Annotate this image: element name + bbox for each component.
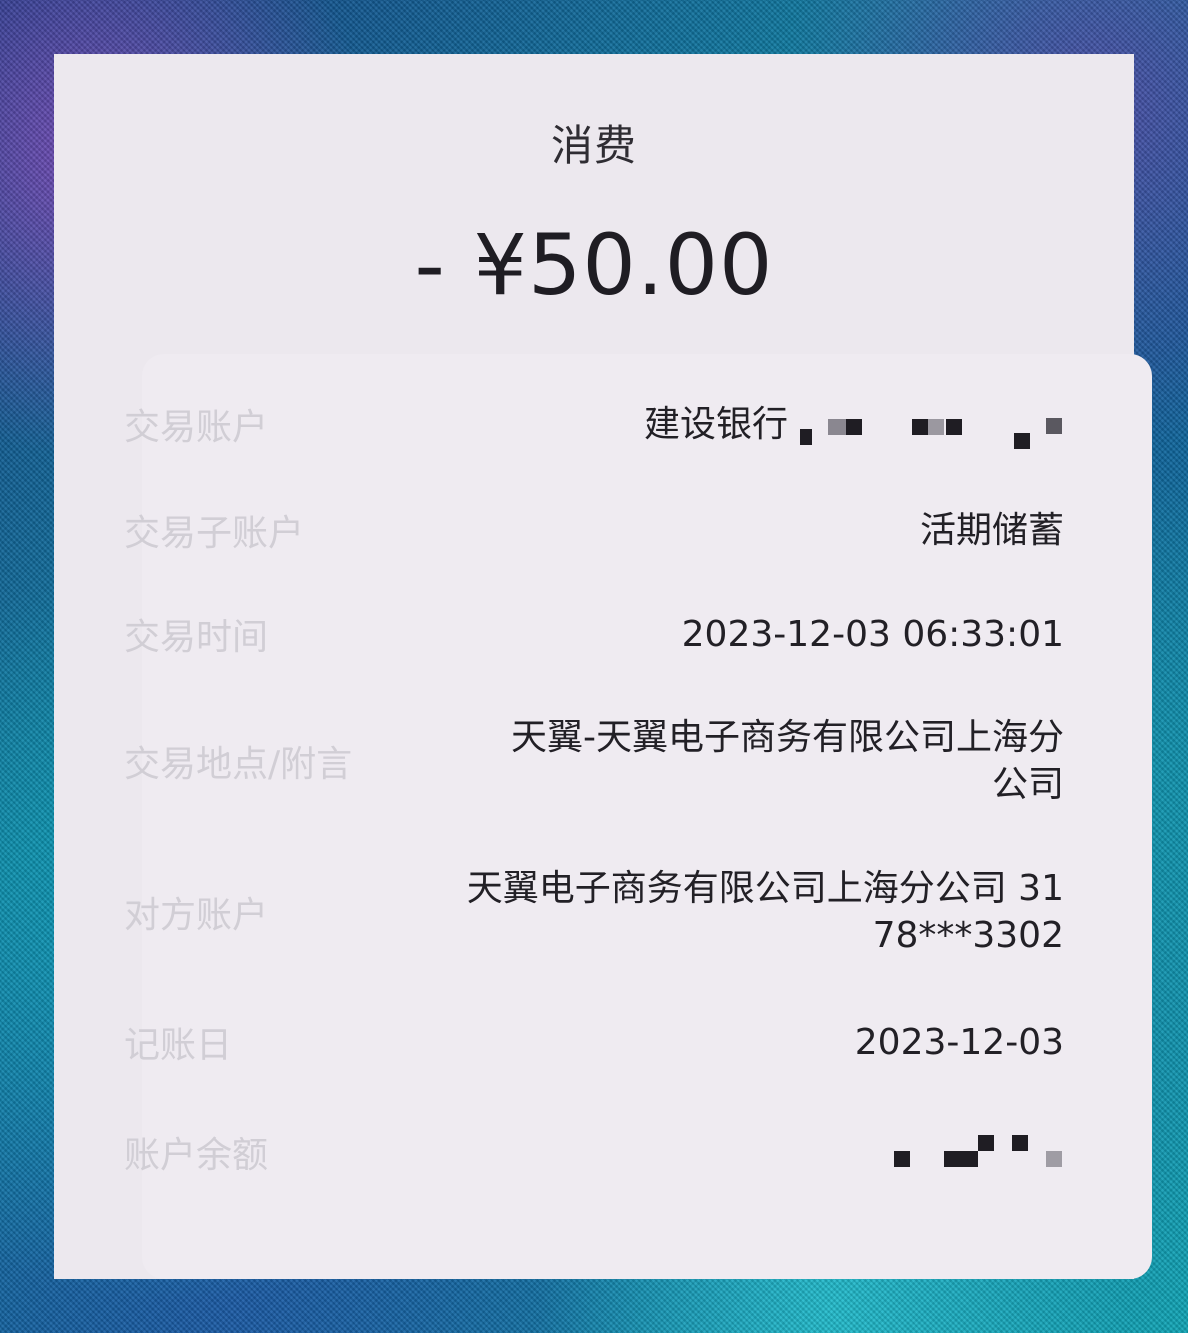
detail-value: 天翼电子商务有限公司上海分公司 31 78***3302 — [466, 868, 1064, 956]
detail-row-sub-account: 交易子账户 活期储蓄 — [124, 504, 1064, 556]
detail-row-posting-date: 记账日 2023-12-03 — [124, 1016, 1064, 1068]
detail-row-counterparty: 对方账户 天翼电子商务有限公司上海分公司 31 78***3302 — [124, 865, 1064, 959]
detail-value: 2023-12-03 — [854, 1021, 1064, 1063]
detail-label: 交易子账户 — [124, 513, 305, 554]
detail-row-account: 交易账户 建设银行 — [124, 398, 1064, 450]
detail-label: 交易时间 — [124, 617, 269, 658]
redaction-mosaic — [894, 1122, 1064, 1170]
detail-row-balance: 账户余额 — [124, 1122, 1064, 1182]
detail-value: 2023-12-03 06:33:01 — [681, 613, 1064, 655]
detail-row-time: 交易时间 2023-12-03 06:33:01 — [124, 608, 1064, 660]
detail-value: 天翼-天翼电子商务有限公司上海分 公司 — [511, 717, 1064, 805]
detail-value — [894, 1122, 1064, 1182]
detail-label: 对方账户 — [124, 895, 269, 936]
page-title: 消费 — [550, 121, 637, 170]
transaction-amount: - ¥50.00 — [414, 216, 774, 314]
detail-value: 建设银行 — [643, 400, 1064, 449]
detail-label: 交易账户 — [124, 407, 269, 448]
detail-row-location: 交易地点/附言 天翼-天翼电子商务有限公司上海分 公司 — [124, 714, 1064, 808]
detail-label: 交易地点/附言 — [124, 744, 353, 785]
transaction-detail-card: 消费 - ¥50.00 — [54, 54, 1152, 1279]
redaction-mosaic — [796, 400, 1064, 449]
detail-label: 记账日 — [124, 1025, 233, 1066]
account-bank-name: 建设银行 — [643, 403, 788, 445]
detail-label: 账户余额 — [124, 1135, 269, 1176]
detail-value: 活期储蓄 — [919, 509, 1064, 551]
